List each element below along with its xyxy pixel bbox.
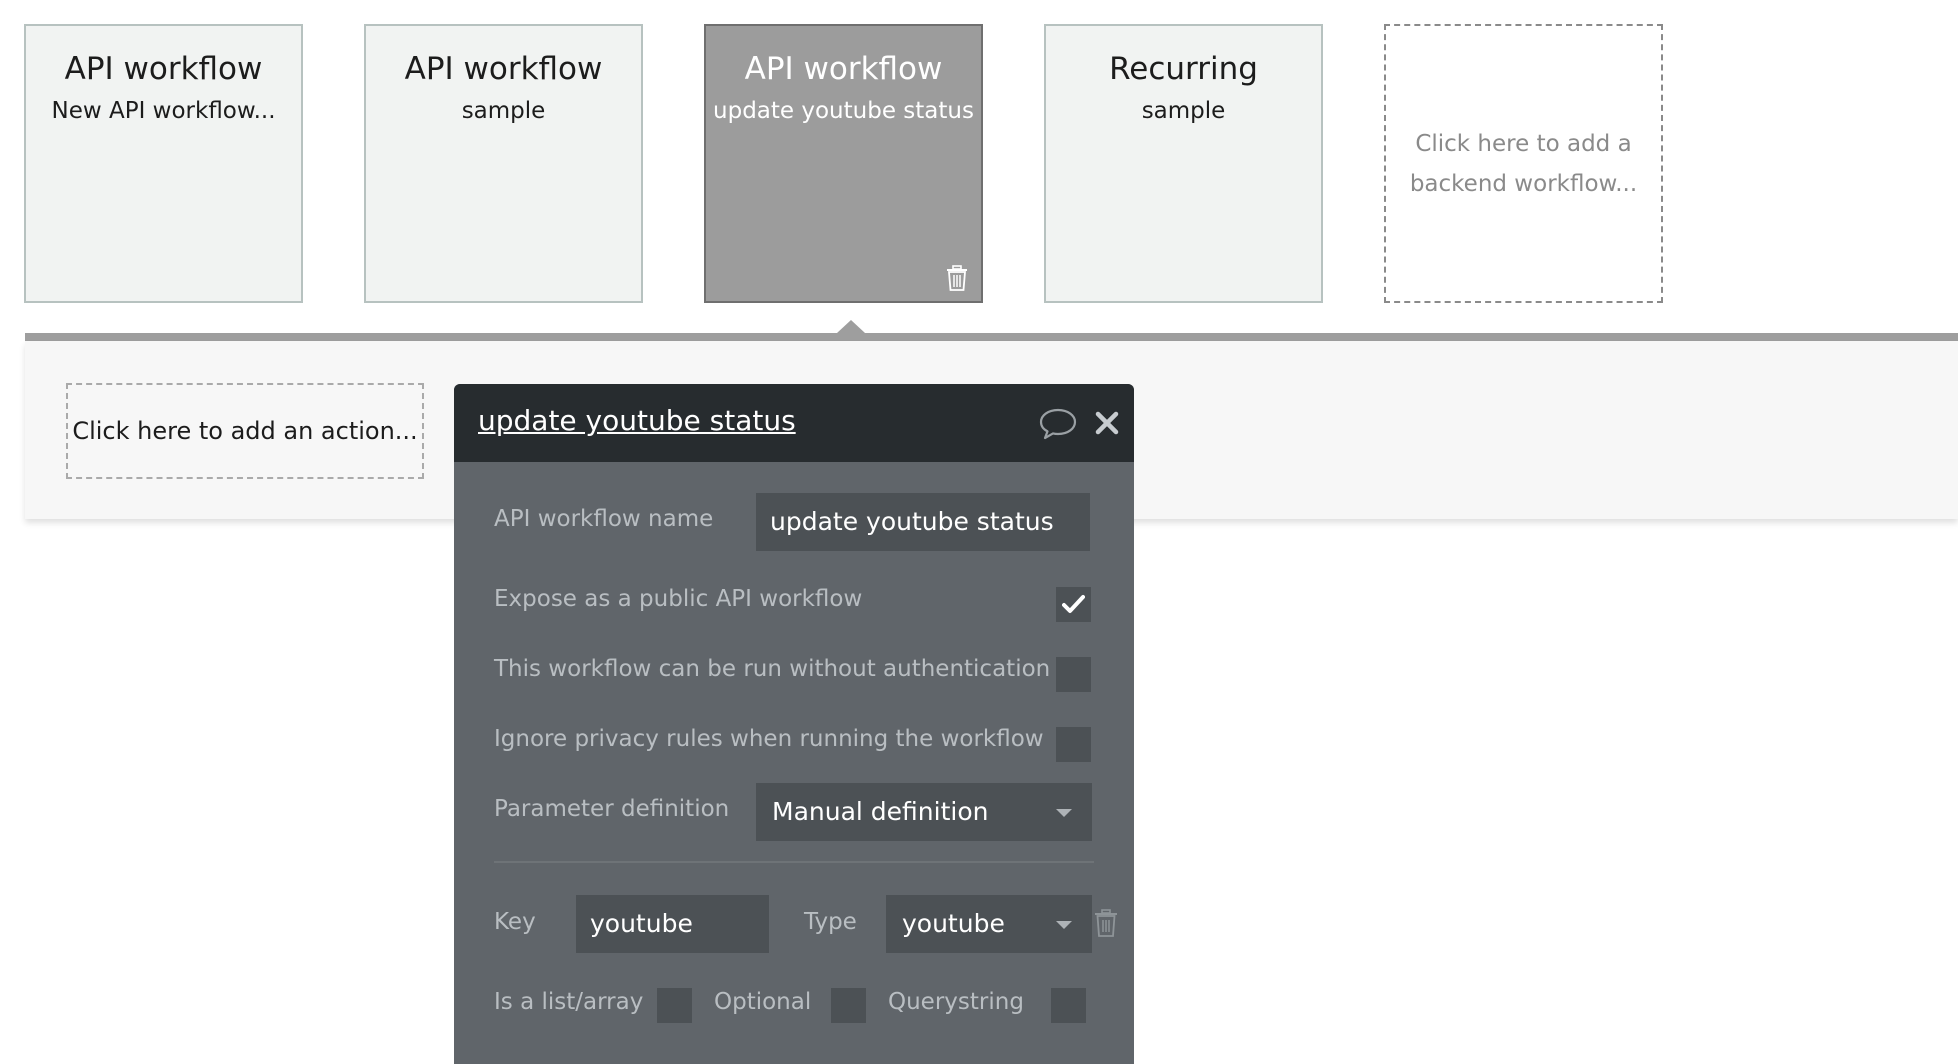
panel-header: update youtube status xyxy=(454,384,1134,462)
panel-title[interactable]: update youtube status xyxy=(478,404,796,437)
parameter-definition-value: Manual definition xyxy=(772,797,989,826)
chevron-down-icon xyxy=(1056,809,1072,817)
ignore-privacy-checkbox[interactable] xyxy=(1056,727,1091,762)
no-auth-label: This workflow can be run without authent… xyxy=(494,656,1051,682)
expose-public-label: Expose as a public API workflow xyxy=(494,586,863,612)
workflow-card-subtitle: New API workflow... xyxy=(51,98,276,124)
is-list-checkbox[interactable] xyxy=(657,988,692,1023)
workflow-card-title: API workflow xyxy=(64,51,263,87)
add-backend-workflow-label: Click here to add a backend workflow... xyxy=(1409,130,1638,197)
parameter-definition-label: Parameter definition xyxy=(494,796,730,822)
workflow-strip-border xyxy=(25,333,1958,341)
querystring-label: Querystring xyxy=(888,989,1024,1015)
parameter-key-label: Key xyxy=(494,909,536,935)
expose-public-checkbox[interactable] xyxy=(1056,587,1091,622)
add-action-button[interactable]: Click here to add an action... xyxy=(66,383,424,479)
workflow-card-title: Recurring xyxy=(1109,51,1258,87)
workflow-card-update-youtube-status[interactable]: API workflow update youtube status xyxy=(704,24,983,303)
workflow-card-sample[interactable]: API workflow sample xyxy=(364,24,643,303)
workflow-card-new-api-workflow[interactable]: API workflow New API workflow... xyxy=(24,24,303,303)
selected-card-pointer xyxy=(837,320,865,333)
parameter-type-label: Type xyxy=(804,909,857,935)
querystring-checkbox[interactable] xyxy=(1051,988,1086,1023)
workflow-name-label: API workflow name xyxy=(494,506,714,532)
parameter-definition-select[interactable]: Manual definition xyxy=(756,783,1092,841)
optional-label: Optional xyxy=(714,989,812,1015)
checkmark-icon xyxy=(1062,595,1085,613)
workflow-card-subtitle: sample xyxy=(1141,98,1226,124)
workflow-card-recurring-sample[interactable]: Recurring sample xyxy=(1044,24,1323,303)
no-auth-checkbox[interactable] xyxy=(1056,657,1091,692)
workflow-card-subtitle: update youtube status xyxy=(713,98,974,124)
delete-parameter-icon[interactable] xyxy=(1094,909,1118,937)
is-list-label: Is a list/array xyxy=(494,989,644,1015)
close-icon[interactable] xyxy=(1094,410,1120,436)
parameter-type-select[interactable]: youtube xyxy=(886,895,1092,953)
parameter-key-input[interactable]: youtube xyxy=(576,895,769,953)
workflow-card-title: API workflow xyxy=(404,51,603,87)
add-backend-workflow-button[interactable]: Click here to add a backend workflow... xyxy=(1384,24,1663,303)
workflow-properties-panel: update youtube status API workflow name … xyxy=(454,384,1134,1064)
trash-icon[interactable] xyxy=(945,265,969,291)
optional-checkbox[interactable] xyxy=(831,988,866,1023)
ignore-privacy-label: Ignore privacy rules when running the wo… xyxy=(494,726,1044,752)
chevron-down-icon xyxy=(1056,921,1072,929)
comment-icon[interactable] xyxy=(1039,407,1077,441)
workflow-card-subtitle: sample xyxy=(461,98,546,124)
panel-divider xyxy=(494,861,1094,863)
workflow-name-input[interactable]: update youtube status xyxy=(756,493,1090,551)
parameter-type-value: youtube xyxy=(902,909,1005,938)
workflow-card-title: API workflow xyxy=(744,51,943,87)
